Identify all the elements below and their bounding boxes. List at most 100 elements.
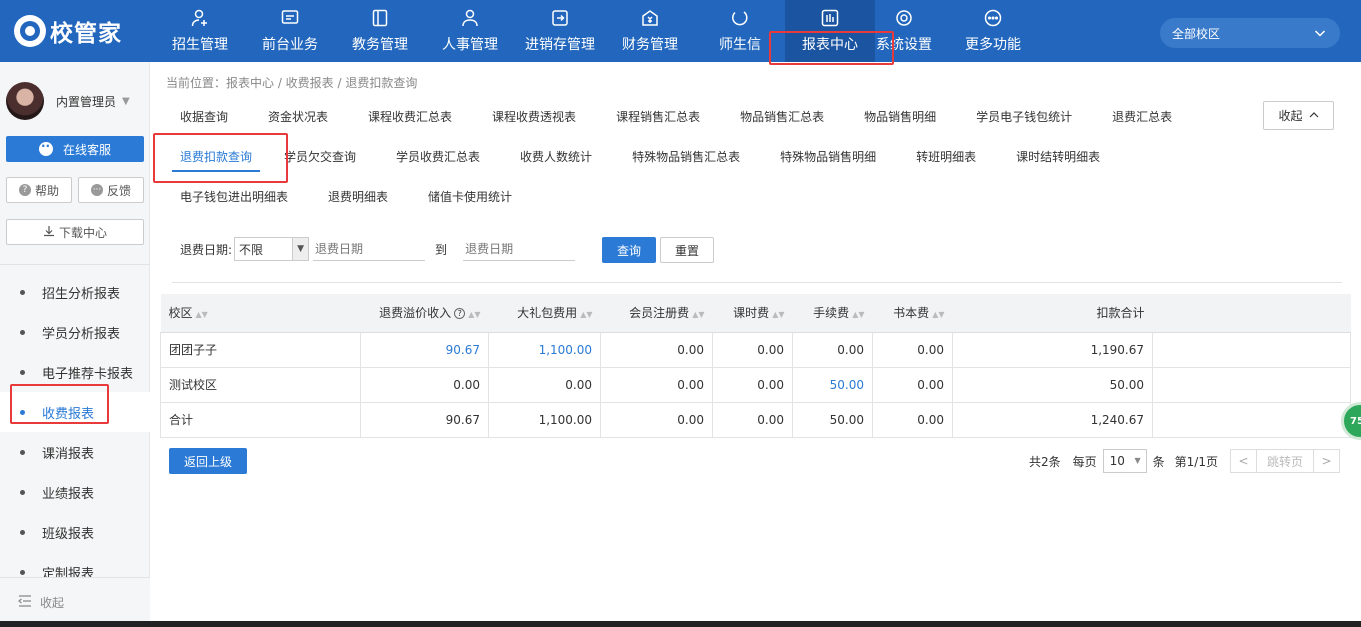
page-size-select[interactable]: 10 ▼ (1102, 449, 1147, 473)
col-label: 退费溢价收入 (379, 306, 452, 321)
cell-refund-premium: 0.00 (360, 366, 489, 403)
sidebar-item-student-analysis[interactable]: 学员分析报表 (0, 312, 150, 352)
sort-icon: ▲▼ (772, 310, 785, 320)
topnav-label: 更多功能 (965, 37, 1021, 53)
page-info: 第1/1页 (1174, 454, 1218, 469)
start-date-input[interactable] (313, 237, 426, 261)
col-class-fee[interactable]: 课时费 ▲▼ (712, 294, 793, 333)
topnav-hr[interactable]: 人事管理 (425, 0, 515, 62)
tab-fee-headcount[interactable]: 收费人数统计 (500, 136, 612, 176)
sidebar-item-class-reports[interactable]: 班级报表 (0, 512, 150, 552)
total-count: 共2条 (1029, 454, 1061, 469)
prev-page-button[interactable]: < (1230, 449, 1257, 473)
cell-refund-premium-link[interactable]: 90.67 (360, 331, 489, 368)
topnav-reports[interactable]: 报表中心 (785, 0, 875, 62)
cell-gift-pack-fee-link[interactable]: 1,100.00 (488, 331, 601, 368)
tab-student-wallet-stats[interactable]: 学员电子钱包统计 (956, 96, 1092, 136)
help-button[interactable]: ? 帮助 (6, 177, 72, 203)
cell-refund-premium: 90.67 (360, 401, 489, 438)
sidebar-collapse-button[interactable]: 收起 (0, 577, 150, 627)
tab-hours-carryover-detail[interactable]: 课时结转明细表 (996, 136, 1120, 176)
sidebar-item-fee-reports[interactable]: 收费报表 (0, 392, 150, 432)
user-profile[interactable]: 内置管理员 ▼ (6, 82, 130, 120)
tab-refund-summary[interactable]: 退费汇总表 (1092, 96, 1192, 136)
tab-class-transfer-detail[interactable]: 转班明细表 (896, 136, 996, 176)
topnav-label: 招生管理 (172, 37, 228, 53)
col-gift-pack-fee[interactable]: 大礼包费用 ▲▼ (488, 294, 601, 333)
next-page-button[interactable]: > (1313, 449, 1340, 473)
chat-icon (730, 8, 750, 28)
tab-course-fee-pivot[interactable]: 课程收费透视表 (472, 96, 596, 136)
feedback-button[interactable]: ··· 反馈 (78, 177, 144, 203)
sort-icon: ▲▼ (195, 310, 208, 320)
tab-item-sales-summary[interactable]: 物品销售汇总表 (720, 96, 844, 136)
query-button[interactable]: 查询 (602, 237, 656, 263)
col-label: 大礼包费用 (517, 306, 578, 321)
topnav-messaging[interactable]: 师生信 (695, 0, 785, 62)
top-bar: 校管家 招生管理 前台业务 教务管理 人事管理 进销存管理 财务管理 师生信 报… (0, 0, 1361, 62)
question-icon: ? (18, 184, 31, 196)
table-total-row: 合计 90.67 1,100.00 0.00 0.00 50.00 0.00 1… (160, 401, 1351, 438)
date-range-select[interactable]: 不限 ▼ (234, 237, 310, 261)
tab-receipt-query[interactable]: 收据查询 (160, 96, 248, 136)
end-date-input[interactable] (463, 237, 576, 261)
topnav-academic[interactable]: 教务管理 (335, 0, 425, 62)
collapse-tabs-button[interactable]: 收起 (1263, 101, 1334, 130)
online-service-button[interactable]: 在线客服 (6, 136, 144, 162)
app-logo[interactable]: 校管家 (14, 14, 122, 48)
filter-divider (172, 282, 1342, 283)
user-name: 内置管理员 (56, 94, 117, 109)
tab-refund-detail[interactable]: 退费明细表 (308, 176, 408, 216)
to-label: 到 (435, 242, 448, 257)
campus-select[interactable]: 全部校区 (1160, 18, 1340, 48)
tab-special-item-sales-summary[interactable]: 特殊物品销售汇总表 (612, 136, 760, 176)
sidebar-item-performance[interactable]: 业绩报表 (0, 472, 150, 512)
monitor-icon (280, 8, 300, 28)
tab-course-sales-summary[interactable]: 课程销售汇总表 (596, 96, 720, 136)
download-center-button[interactable]: 下载中心 (6, 219, 144, 245)
sidebar-item-enrollment-analysis[interactable]: 招生分析报表 (0, 272, 150, 312)
back-button[interactable]: 返回上级 (169, 448, 247, 474)
download-icon (43, 225, 55, 240)
sidebar-item-label: 班级报表 (42, 526, 95, 542)
sidebar-item-referral-card[interactable]: 电子推荐卡报表 (0, 352, 150, 392)
tab-course-fee-summary[interactable]: 课程收费汇总表 (348, 96, 472, 136)
col-handling-fee[interactable]: 手续费 ▲▼ (792, 294, 873, 333)
cell-handling-fee-link[interactable]: 50.00 (792, 366, 873, 403)
table-header-row: 校区 ▲▼ 退费溢价收入? ▲▼ 大礼包费用 ▲▼ 会员注册费 ▲▼ 课时费 ▲▼ 手续费… (160, 294, 1351, 333)
tab-fund-status[interactable]: 资金状况表 (248, 96, 348, 136)
jump-page-input[interactable]: 跳转页 (1257, 449, 1313, 473)
col-spacer (1152, 294, 1351, 333)
help-circle-icon[interactable]: ? (454, 308, 466, 320)
col-book-fee[interactable]: 书本费 ▲▼ (872, 294, 953, 333)
tab-refund-deduction-query[interactable]: 退费扣款查询 (160, 136, 272, 176)
refund-deduction-table: 校区 ▲▼ 退费溢价收入? ▲▼ 大礼包费用 ▲▼ 会员注册费 ▲▼ 课时费 ▲▼ 手续费… (160, 294, 1351, 438)
cell-campus: 合计 (160, 401, 361, 438)
topnav-finance[interactable]: 财务管理 (605, 0, 695, 62)
inventory-icon (550, 8, 570, 28)
col-member-registration[interactable]: 会员注册费 ▲▼ (600, 294, 713, 333)
col-label: 校区 (168, 306, 193, 321)
tab-item-sales-detail[interactable]: 物品销售明细 (844, 96, 956, 136)
bullet-icon (20, 489, 25, 495)
topnav-inventory[interactable]: 进销存管理 (515, 0, 605, 62)
tab-student-arrears[interactable]: 学员欠交查询 (272, 136, 376, 176)
topnav-front-desk[interactable]: 前台业务 (245, 0, 335, 62)
tab-wallet-inout-detail[interactable]: 电子钱包进出明细表 (160, 176, 308, 216)
topnav-settings[interactable]: 系统设置 (875, 0, 933, 62)
topnav-more[interactable]: 更多功能 (933, 0, 1053, 62)
col-campus[interactable]: 校区 ▲▼ (160, 294, 361, 333)
logo-icon (14, 15, 46, 47)
tab-student-fee-summary[interactable]: 学员收费汇总表 (376, 136, 500, 176)
reset-button[interactable]: 重置 (660, 237, 714, 263)
topnav-enrollment[interactable]: 招生管理 (155, 0, 245, 62)
sidebar-item-class-consumption[interactable]: 课消报表 (0, 432, 150, 472)
chevron-up-icon (1309, 109, 1319, 123)
bullet-icon (20, 329, 25, 335)
gear-icon (894, 8, 914, 28)
col-refund-premium[interactable]: 退费溢价收入? ▲▼ (360, 294, 489, 333)
refund-date-label: 退费日期: (180, 242, 233, 257)
tab-stored-card-usage[interactable]: 储值卡使用统计 (408, 176, 532, 216)
cell-member-registration: 0.00 (600, 366, 713, 403)
tab-special-item-sales-detail[interactable]: 特殊物品销售明细 (760, 136, 896, 176)
